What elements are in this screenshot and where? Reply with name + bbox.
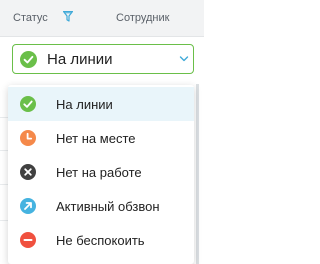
status-option-label: На линии <box>56 97 113 112</box>
row-divider <box>0 117 8 118</box>
chevron-down-icon[interactable] <box>179 55 189 63</box>
x-circle-icon <box>20 164 36 180</box>
status-option-label: Нет на месте <box>56 131 136 146</box>
table-header: Статус Сотрудник <box>0 0 204 37</box>
column-header-status[interactable]: Статус <box>13 12 48 24</box>
status-option-label: Не беспокоить <box>56 233 145 248</box>
clock-circle-icon <box>20 130 36 146</box>
filter-icon[interactable] <box>63 11 73 22</box>
status-option-label: Нет на работе <box>56 165 142 180</box>
row-divider <box>0 150 8 151</box>
status-option-away[interactable]: Нет на месте <box>8 121 194 155</box>
selected-status-label: На линии <box>47 51 113 68</box>
status-dropdown-menu: На линии Нет на месте Нет на работе Акти… <box>8 85 194 264</box>
status-option-off-work[interactable]: Нет на работе <box>8 155 194 189</box>
status-option-on-line[interactable]: На линии <box>8 87 194 121</box>
status-option-active-calling[interactable]: Активный обзвон <box>8 189 194 223</box>
row-divider <box>0 220 8 221</box>
column-header-employee[interactable]: Сотрудник <box>116 12 169 24</box>
status-option-do-not-disturb[interactable]: Не беспокоить <box>8 223 194 257</box>
check-circle-icon <box>20 51 37 68</box>
minus-circle-icon <box>20 232 36 248</box>
status-option-label: Активный обзвон <box>56 199 160 214</box>
check-circle-icon <box>20 96 36 112</box>
scrollbar-track[interactable] <box>196 84 199 264</box>
arrow-up-right-circle-icon <box>20 198 36 214</box>
row-divider <box>0 184 8 185</box>
status-select[interactable]: На линии <box>12 44 194 74</box>
